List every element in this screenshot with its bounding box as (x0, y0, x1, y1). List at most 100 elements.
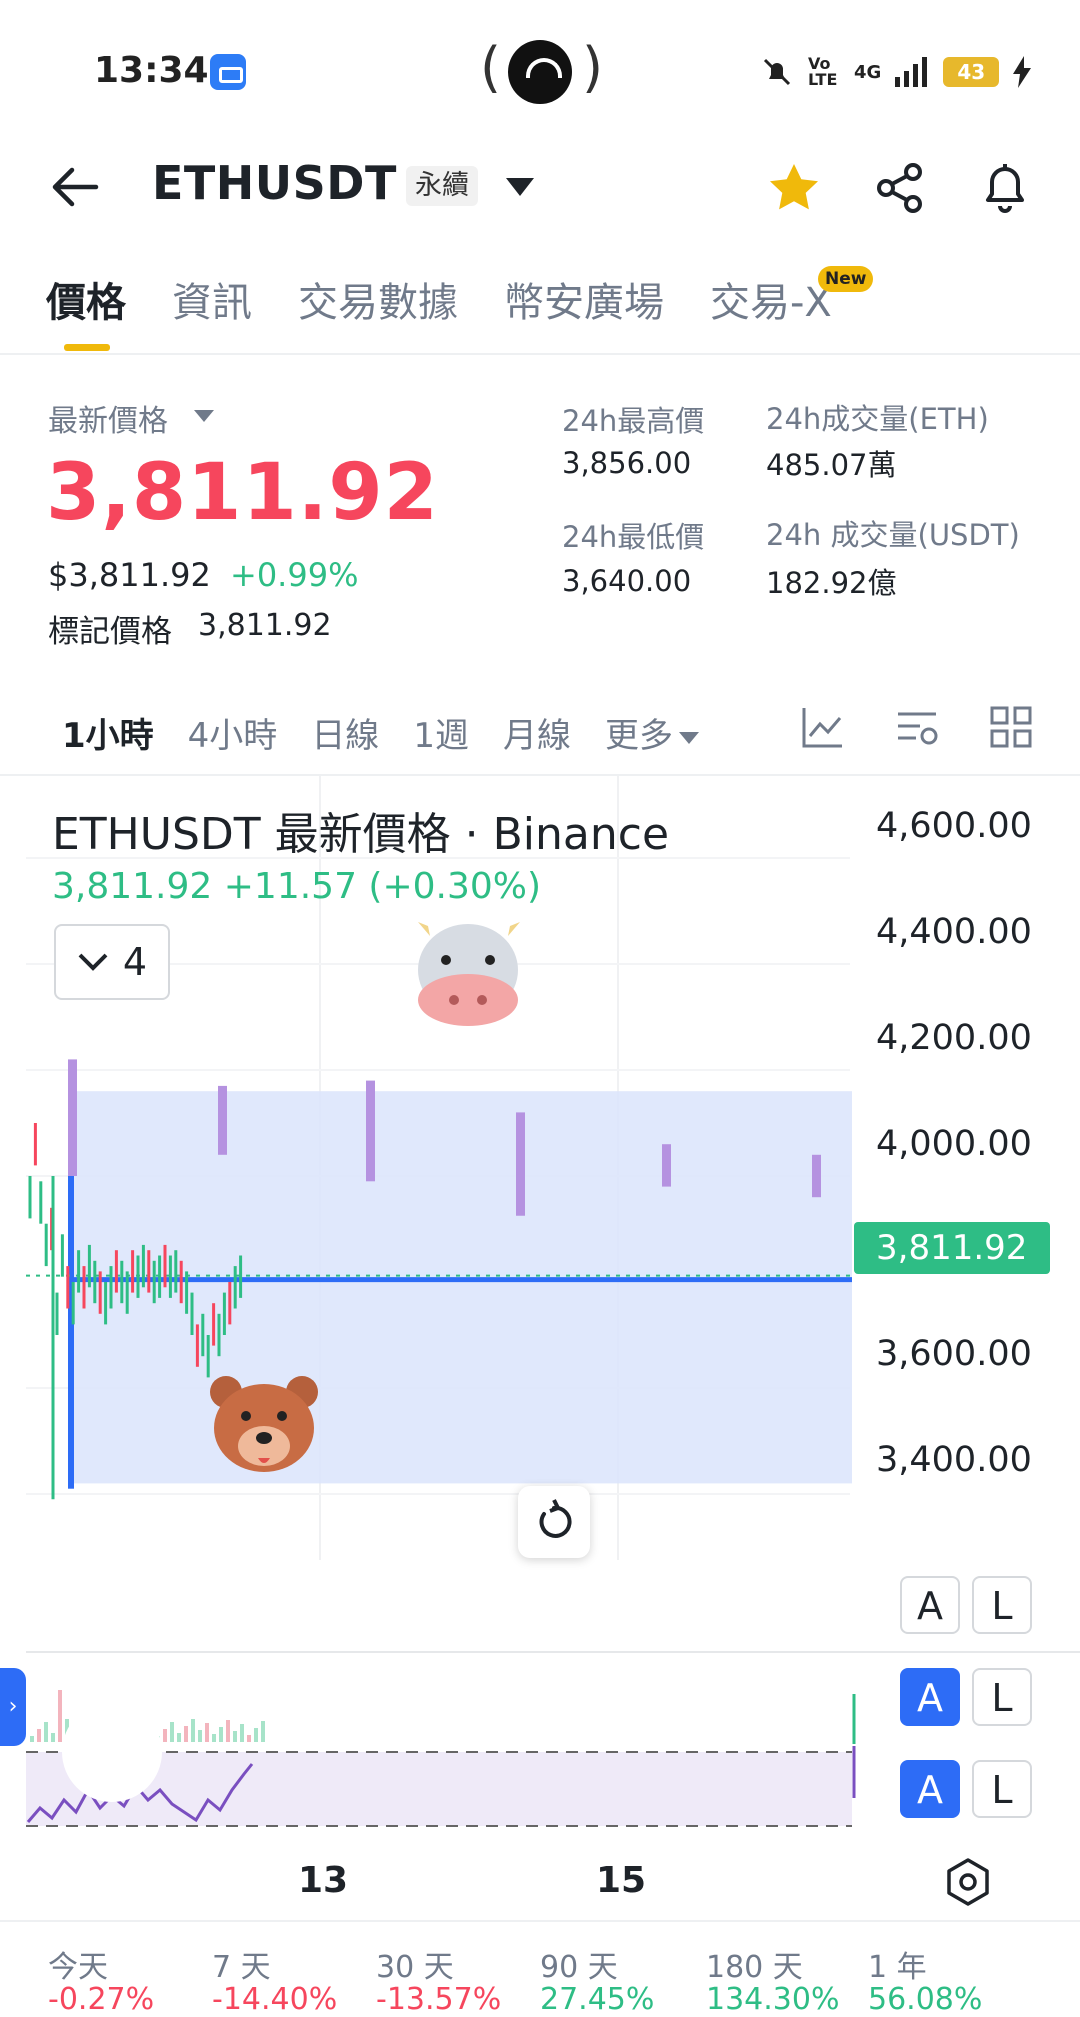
reset-chart-button[interactable] (518, 1486, 590, 1558)
line-chart-icon[interactable] (800, 704, 846, 750)
volume-bar (163, 1729, 167, 1742)
volume-bar (226, 1720, 230, 1742)
volume-bar (177, 1733, 181, 1742)
volume-bar (184, 1726, 188, 1742)
symbol-title[interactable]: ETHUSDT (152, 156, 397, 210)
bell-icon[interactable] (976, 158, 1034, 216)
perf-label-30d: 30 天 (376, 1950, 454, 1985)
y-axis-label: 4,000.00 (876, 1124, 1032, 1164)
volume-bar (261, 1721, 265, 1742)
volume-usdt-label: 24h 成交量(USDT) (766, 518, 1020, 552)
volume-bar (212, 1734, 216, 1742)
bull-icon (418, 922, 520, 1026)
volume-usdt-value: 182.92億 (766, 566, 897, 600)
chart-settings-icon[interactable] (942, 1856, 994, 1908)
chart-price-change: 3,811.92 +11.57 (+0.30%) (52, 866, 542, 907)
interval-1m[interactable]: 月線 (503, 708, 571, 757)
low-24h-label: 24h最低價 (562, 520, 705, 554)
tab-price[interactable]: 價格 (46, 270, 126, 328)
new-badge: New (818, 266, 874, 292)
mark-price-label: 標記價格 (48, 614, 172, 650)
tab-info[interactable]: 資訊 (172, 270, 252, 328)
volume-bar (233, 1731, 237, 1742)
log-scale-button[interactable]: L (972, 1760, 1032, 1818)
tab-bar: 價格 資訊 交易數據 幣安廣場 交易-X (46, 270, 832, 328)
volume-bar (30, 1736, 34, 1742)
last-price: 3,811.92 (46, 448, 439, 538)
app-notification-icon (210, 54, 246, 90)
network-label: 4G (854, 61, 882, 83)
mark-price-value: 3,811.92 (198, 608, 332, 643)
share-icon[interactable] (872, 160, 928, 216)
status-icons: Vo LTE 4G 43 (760, 52, 1032, 92)
tab-trade-x[interactable]: 交易-X (710, 270, 832, 328)
contract-type-badge: 永續 (406, 166, 478, 206)
axis-mask (900, 1548, 1050, 1562)
y-axis-label: 4,600.00 (876, 806, 1032, 846)
volume-bar (170, 1722, 174, 1742)
interval-1w[interactable]: 1週 (413, 708, 469, 757)
interval-1h[interactable]: 1小時 (62, 708, 154, 757)
perf-label-7d: 7 天 (212, 1950, 271, 1985)
prediction-bar (516, 1112, 525, 1216)
x-axis-label: 13 (298, 1860, 349, 1901)
indicator-collapse-button[interactable]: 4 (54, 924, 170, 1000)
interval-bar: 1小時 4小時 日線 1週 月線 更多 (62, 708, 733, 757)
perf-value-30d: -13.57% (376, 1982, 502, 2017)
volume-bar (240, 1724, 244, 1742)
auto-scale-button[interactable]: A (900, 1668, 960, 1726)
volume-bar (247, 1735, 251, 1742)
usd-price: $3,811.92 (48, 556, 211, 594)
back-arrow-icon[interactable] (48, 160, 102, 214)
caret-down-icon[interactable] (194, 410, 214, 422)
log-scale-button[interactable]: L (972, 1668, 1032, 1726)
current-price-tag: 3,811.92 (854, 1222, 1050, 1274)
perf-value-today: -0.27% (48, 1982, 155, 2017)
chart-tools (800, 704, 1034, 750)
last-price-label[interactable]: 最新價格 (48, 396, 168, 440)
auto-scale-button[interactable]: A (900, 1760, 960, 1818)
y-axis-label: 3,600.00 (876, 1334, 1032, 1374)
prediction-bar (812, 1154, 821, 1198)
volume-bar (44, 1722, 48, 1742)
indicator-settings-icon[interactable] (894, 704, 940, 750)
tab-square[interactable]: 幣安廣場 (504, 270, 664, 328)
volume-bar (205, 1723, 209, 1742)
low-24h-value: 3,640.00 (562, 564, 692, 598)
auto-scale-button[interactable]: A (900, 1576, 960, 1634)
expand-panel-tab[interactable]: › (0, 1668, 26, 1746)
y-axis-label: 3,400.00 (876, 1440, 1032, 1480)
caret-down-icon (678, 731, 699, 744)
prediction-bar (366, 1080, 375, 1182)
log-scale-button[interactable]: L (972, 1576, 1032, 1634)
y-axis-label: 4,200.00 (876, 1018, 1032, 1058)
divider (0, 1920, 1080, 1922)
volume-bar (254, 1728, 258, 1742)
x-axis-label: 15 (596, 1860, 647, 1901)
battery-icon: 43 (943, 57, 1000, 87)
perf-value-7d: -14.40% (212, 1982, 338, 2017)
high-24h-label: 24h最高價 (562, 404, 705, 438)
perf-label-90d: 90 天 (540, 1950, 618, 1985)
hotspot-indicator-icon: ( ) (480, 36, 603, 104)
prediction-bar (662, 1144, 671, 1187)
mute-icon (763, 58, 791, 86)
interval-1d[interactable]: 日線 (311, 708, 379, 757)
interval-more-label: 更多 (604, 716, 673, 756)
chevron-down-icon[interactable] (504, 176, 536, 198)
perf-value-90d: 27.45% (540, 1982, 655, 2017)
perf-label-180d: 180 天 (706, 1950, 803, 1985)
perf-label-1y: 1 年 (868, 1950, 927, 1985)
favorite-star-icon[interactable] (766, 160, 822, 216)
layout-grid-icon[interactable] (988, 704, 1034, 750)
chart-title: ETHUSDT 最新價格 · Binance (52, 809, 670, 860)
interval-more[interactable]: 更多 (605, 708, 699, 757)
interval-4h[interactable]: 4小時 (188, 708, 278, 757)
volume-bar (191, 1719, 195, 1742)
chevron-down-icon (78, 953, 108, 971)
indicator-count: 4 (122, 940, 148, 984)
volume-bar (198, 1730, 202, 1742)
volume-bar (37, 1729, 41, 1742)
charging-icon (1013, 56, 1032, 88)
tab-trading-data[interactable]: 交易數據 (298, 270, 458, 328)
